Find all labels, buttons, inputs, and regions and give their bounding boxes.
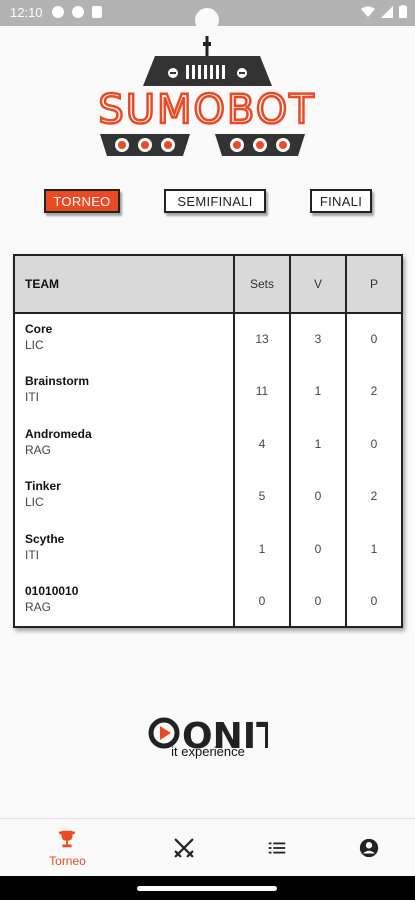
signal-icon (381, 5, 393, 18)
team-group: RAG (25, 600, 52, 614)
storage-status-icon (92, 6, 102, 18)
nav-list[interactable] (226, 819, 329, 877)
nav-torneo-label: Torneo (49, 854, 86, 868)
v-value: 0 (314, 489, 322, 503)
swords-icon (174, 838, 194, 858)
finali-button[interactable]: FINALI (310, 189, 372, 213)
torneo-button[interactable]: TORNEO (44, 189, 120, 213)
p-value: 2 (370, 489, 378, 503)
team-name: 01010010 (25, 584, 79, 598)
team-group: LIC (25, 338, 44, 352)
sponsor-tagline: it experience (171, 744, 245, 759)
table-row: Scythe ITI 1 0 1 (15, 524, 401, 576)
standings-table: TEAM Sets V P Core LIC 13 3 0 Brainstorm… (13, 254, 403, 628)
nav-matches[interactable] (133, 819, 236, 877)
team-name: Scythe (25, 532, 65, 546)
sumobot-logo: SUMOBOT (97, 36, 315, 156)
p-value: 0 (370, 594, 378, 608)
team-name: Brainstorm (25, 374, 90, 388)
table-row: Core LIC 13 3 0 (15, 314, 401, 366)
sets-value: 11 (255, 384, 269, 398)
v-value: 1 (314, 437, 322, 451)
sets-value: 0 (258, 594, 266, 608)
semifinali-button[interactable]: SEMIFINALI (164, 189, 266, 213)
table-row: 01010010 RAG 0 0 0 (15, 576, 401, 628)
nav-account[interactable] (318, 819, 415, 877)
v-value: 0 (314, 594, 322, 608)
shield-status-icon (72, 6, 84, 18)
p-value: 1 (370, 542, 378, 556)
team-name: Core (25, 322, 53, 336)
team-column-header: TEAM (25, 277, 59, 291)
sets-column-header: Sets (249, 277, 274, 291)
team-group: ITI (25, 548, 39, 562)
sets-value: 1 (258, 542, 266, 556)
settings-status-icon (52, 6, 64, 18)
p-column-header: P (369, 277, 378, 291)
team-name: Tinker (25, 479, 61, 493)
team-name: Andromeda (25, 427, 92, 441)
p-value: 2 (370, 384, 378, 398)
p-value: 0 (370, 437, 378, 451)
sets-value: 5 (258, 489, 266, 503)
table-header: TEAM Sets V P (15, 256, 401, 314)
table-row: Andromeda RAG 4 1 0 (15, 419, 401, 471)
team-group: RAG (25, 443, 52, 457)
v-value: 1 (314, 384, 322, 398)
sets-value: 13 (255, 332, 269, 346)
wifi-icon (361, 6, 375, 17)
status-time: 12:10 (10, 5, 43, 20)
v-value: 0 (314, 542, 322, 556)
logo-text: SUMOBOT (98, 87, 315, 133)
list-icon (268, 842, 286, 854)
table-row: Tinker LIC 5 0 2 (15, 471, 401, 523)
trophy-icon (58, 830, 76, 848)
table-row: Brainstorm ITI 11 1 2 (15, 366, 401, 418)
account-icon (359, 838, 379, 858)
p-value: 0 (370, 332, 378, 346)
team-group: ITI (25, 390, 39, 404)
v-value: 3 (314, 332, 322, 346)
battery-icon (399, 5, 407, 18)
team-group: LIC (25, 495, 44, 509)
nav-torneo[interactable]: Torneo (16, 819, 119, 877)
home-indicator[interactable] (137, 886, 277, 891)
bottom-navigation: Torneo (0, 818, 415, 877)
sets-value: 4 (258, 437, 266, 451)
camera-cutout (195, 8, 219, 32)
v-column-header: V (313, 277, 322, 291)
